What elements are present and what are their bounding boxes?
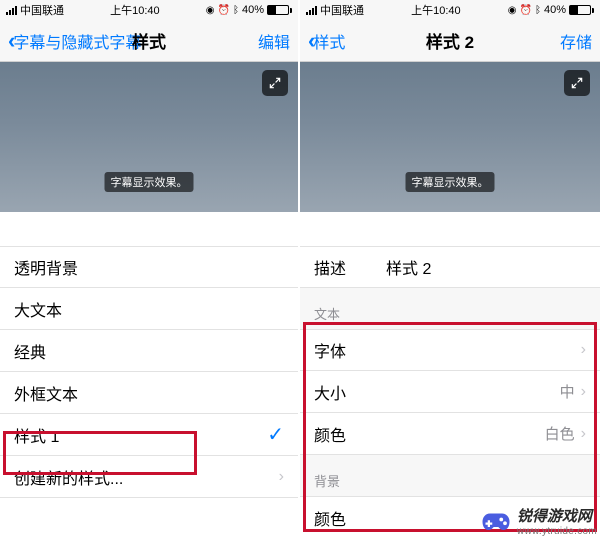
style-row-classic[interactable]: 经典 bbox=[0, 330, 298, 372]
phone-right: 中国联通 上午10:40 ◉ ⏰ ᛒ 40% ‹ 样式 样式 2 存储 字幕显 bbox=[300, 0, 600, 543]
expand-button[interactable] bbox=[564, 70, 590, 96]
checkmark-icon: ✓ bbox=[267, 422, 284, 447]
row-label: 描述 bbox=[314, 255, 346, 279]
color-row[interactable]: 颜色 白色 › bbox=[300, 413, 600, 455]
signal-icon bbox=[6, 6, 17, 15]
style-row-style1[interactable]: 样式 1 ✓ bbox=[0, 414, 298, 456]
row-value: 白色 bbox=[545, 423, 575, 444]
row-label: 外框文本 bbox=[14, 381, 78, 405]
bluetooth-icon: ᛒ bbox=[535, 5, 541, 16]
clock-label: 上午10:40 bbox=[110, 2, 160, 18]
bg-color-row[interactable]: 颜色 bbox=[300, 496, 600, 538]
carrier-label: 中国联通 bbox=[20, 2, 64, 18]
carrier-label: 中国联通 bbox=[320, 2, 364, 18]
back-label: 字幕与隐藏式字幕 bbox=[13, 29, 141, 53]
lock-icon: ◉ bbox=[206, 5, 215, 16]
signal-icon bbox=[306, 6, 317, 15]
status-bar: 中国联通 上午10:40 ◉ ⏰ ᛒ 40% bbox=[300, 0, 600, 20]
chevron-right-icon: › bbox=[581, 425, 586, 443]
style-list: 透明背景 大文本 经典 外框文本 样式 1 ✓ 创建新的样式... › bbox=[0, 246, 298, 498]
style-row-outline[interactable]: 外框文本 bbox=[0, 372, 298, 414]
nav-bar: ‹ 样式 样式 2 存储 bbox=[300, 20, 600, 62]
battery-pct: 40% bbox=[242, 4, 264, 16]
save-button[interactable]: 存储 bbox=[560, 29, 592, 53]
bg-settings-list: 颜色 bbox=[300, 496, 600, 538]
section-header-text: 文本 bbox=[300, 288, 600, 329]
expand-icon bbox=[268, 76, 282, 90]
row-label: 大小 bbox=[314, 380, 346, 404]
expand-button[interactable] bbox=[262, 70, 288, 96]
preview-caption: 字幕显示效果。 bbox=[105, 172, 194, 192]
row-label: 经典 bbox=[14, 339, 46, 363]
expand-icon bbox=[570, 76, 584, 90]
row-label: 透明背景 bbox=[14, 255, 78, 279]
lock-icon: ◉ bbox=[508, 5, 517, 16]
preview-caption: 字幕显示效果。 bbox=[406, 172, 495, 192]
text-settings-list: 字体 › 大小 中 › 颜色 白色 › bbox=[300, 329, 600, 455]
row-value: 中 bbox=[560, 381, 575, 402]
status-bar: 中国联通 上午10:40 ◉ ⏰ ᛒ 40% bbox=[0, 0, 298, 20]
clock-label: 上午10:40 bbox=[411, 2, 461, 18]
describe-row[interactable]: 描述 样式 2 bbox=[300, 246, 600, 288]
edit-button[interactable]: 编辑 bbox=[258, 29, 290, 53]
battery-icon bbox=[267, 5, 292, 15]
row-label: 大文本 bbox=[14, 297, 62, 321]
battery-icon bbox=[569, 5, 594, 15]
preview-area: 字幕显示效果。 bbox=[0, 62, 298, 212]
section-header-bg: 背景 bbox=[300, 455, 600, 496]
phone-left: 中国联通 上午10:40 ◉ ⏰ ᛒ 40% ‹ 字幕与隐藏式字幕 样式 编辑 bbox=[0, 0, 300, 543]
back-button[interactable]: ‹ 样式 bbox=[308, 29, 345, 53]
describe-value: 样式 2 bbox=[386, 255, 431, 279]
preview-area: 字幕显示效果。 bbox=[300, 62, 600, 212]
alarm-icon: ⏰ bbox=[218, 5, 230, 16]
chevron-right-icon: › bbox=[279, 468, 284, 486]
bluetooth-icon: ᛒ bbox=[233, 5, 239, 16]
battery-pct: 40% bbox=[544, 4, 566, 16]
row-label: 颜色 bbox=[314, 506, 346, 530]
create-new-style-row[interactable]: 创建新的样式... › bbox=[0, 456, 298, 498]
style-row-transparent[interactable]: 透明背景 bbox=[0, 246, 298, 288]
nav-bar: ‹ 字幕与隐藏式字幕 样式 编辑 bbox=[0, 20, 298, 62]
row-label: 颜色 bbox=[314, 422, 346, 446]
font-row[interactable]: 字体 › bbox=[300, 329, 600, 371]
back-label: 样式 bbox=[313, 29, 345, 53]
back-button[interactable]: ‹ 字幕与隐藏式字幕 bbox=[8, 29, 141, 53]
row-label: 字体 bbox=[314, 338, 346, 362]
chevron-right-icon: › bbox=[581, 341, 586, 359]
size-row[interactable]: 大小 中 › bbox=[300, 371, 600, 413]
row-label: 创建新的样式... bbox=[14, 465, 123, 489]
chevron-right-icon: › bbox=[581, 383, 586, 401]
alarm-icon: ⏰ bbox=[520, 5, 532, 16]
row-label: 样式 1 bbox=[14, 423, 59, 447]
style-row-large-text[interactable]: 大文本 bbox=[0, 288, 298, 330]
